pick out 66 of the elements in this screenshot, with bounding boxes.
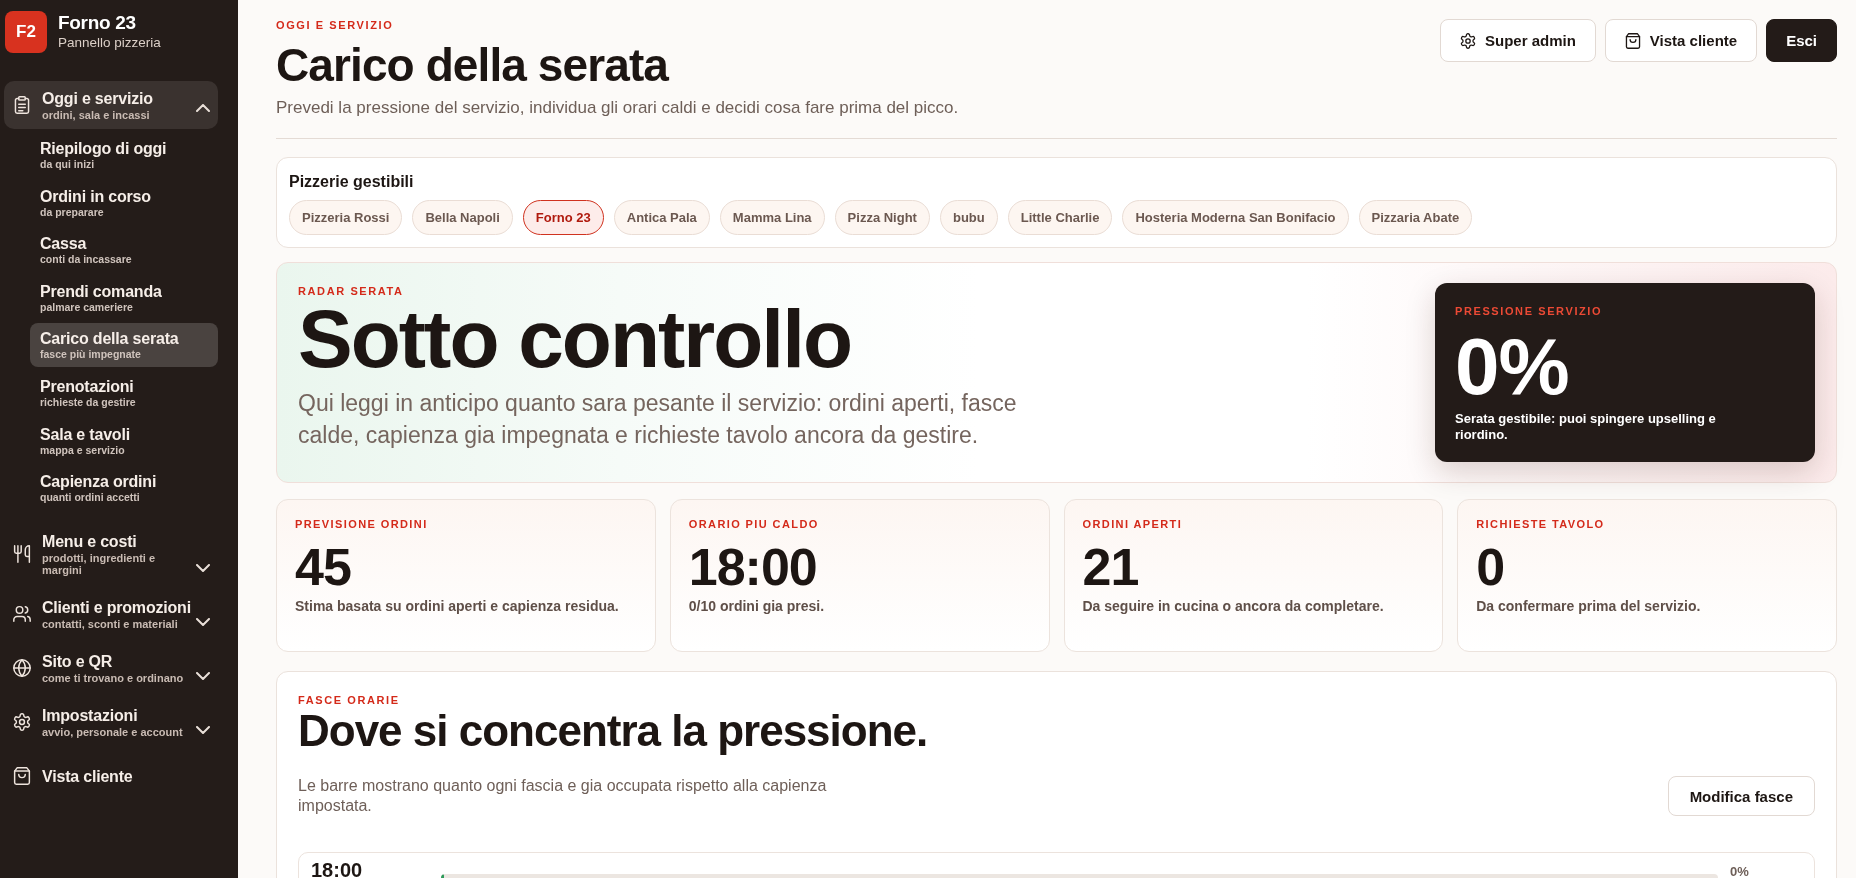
pizzeria-chip[interactable]: Hosteria Moderna San Bonifacio	[1122, 200, 1349, 235]
slots-description: Le barre mostrano quanto ogni fascia e gia occupata rispetto alla capienza impostata.	[298, 776, 828, 816]
pizzeria-picker-label: Pizzerie gestibili	[289, 172, 415, 192]
kpi-label: RICHIESTE TAVOLO	[1476, 518, 1606, 531]
nav-item[interactable]: Capienza ordini quanti ordini accetti	[30, 466, 218, 511]
nav-item[interactable]: Riepilogo di oggi da qui inizi	[30, 133, 218, 177]
pizzeria-chip[interactable]: Bella Napoli	[412, 200, 513, 235]
logout-button[interactable]: Esci	[1766, 19, 1837, 62]
kpi-note: Stima basata su ordini aperti e capienza residua.	[295, 598, 620, 614]
radar-status: Sotto controllo	[298, 298, 852, 380]
kpi-note: Da confermare prima del servizio.	[1476, 598, 1702, 614]
nav-item[interactable]: Cassa conti da incassare	[30, 228, 218, 273]
kpi-value: 45	[295, 539, 352, 595]
pizzeria-chip[interactable]: Mamma Lina	[719, 200, 825, 235]
globe-icon	[13, 659, 31, 678]
nav-group[interactable]: Impostazioni avvio, personale e account	[4, 698, 218, 747]
page-title: Carico della serata	[276, 39, 670, 91]
slot-time: 18:00	[311, 860, 364, 878]
pizzeria-chip[interactable]: Pizzaria Abate	[1358, 200, 1473, 235]
edit-slots-button[interactable]: Modifica fasce	[1667, 776, 1815, 816]
radar-description: Qui leggi in anticipo quanto sara pesante il servizio: ordini aperti, fasce calde, capienza gia impegnata e richieste tavolo ancora da gestire.	[298, 389, 1018, 450]
clipboard-icon	[13, 96, 31, 114]
nav-group[interactable]: Sito e QR come ti trovano e ordinano	[4, 644, 218, 693]
kpi-note: 0/10 ordini gia presi.	[688, 598, 826, 614]
pizzeria-chip[interactable]: Forno 23	[522, 200, 604, 235]
pizzeria-chip[interactable]: Pizza Night	[834, 200, 930, 235]
kpi-value: 21	[1082, 539, 1140, 595]
admin-button[interactable]: Super admin	[1440, 19, 1596, 62]
pizzeria-chip[interactable]: Pizzeria Rossi	[289, 200, 403, 235]
nav-item[interactable]: Carico della serata fasce più impegnate	[30, 323, 218, 368]
nav-item[interactable]: Prenotazioni richieste da gestire	[30, 370, 218, 415]
pressure-value: 0%	[1455, 327, 1570, 407]
settings-icon	[13, 713, 31, 732]
pizzeria-chip[interactable]: Antica Pala	[613, 200, 710, 235]
section-eyebrow: OGGI E SERVIZIO	[276, 18, 395, 32]
nav-item[interactable]: Prendi comanda palmare cameriere	[30, 275, 218, 320]
nav-group[interactable]: Clienti e promozioni contatti, sconti e materiali	[4, 590, 218, 639]
pizzeria-chip[interactable]: Little Charlie	[1007, 200, 1113, 235]
nav-link[interactable]: Vista cliente	[4, 752, 218, 801]
radar-eyebrow: RADAR SERATA	[298, 284, 405, 298]
nav-group[interactable]: Oggi e servizio ordini, sala e incassi	[4, 81, 218, 129]
brand-tagline: Pannello pizzeria	[58, 34, 161, 52]
slot-reading: 0%	[1730, 864, 1750, 878]
shopping-bag-icon	[1624, 32, 1641, 49]
shopping-bag-icon	[13, 767, 31, 786]
brand-name: Forno 23	[58, 12, 137, 34]
kpi-value: 0	[1476, 539, 1506, 595]
kpi-label: PREVISIONE ORDINI	[295, 518, 429, 531]
nav-item[interactable]: Sala e tavoli mappa e servizio	[30, 418, 218, 463]
settings-icon	[1460, 32, 1476, 49]
pizzeria-chip[interactable]: bubu	[939, 200, 998, 235]
customer-view-button[interactable]: Vista cliente	[1604, 19, 1758, 62]
people-icon	[13, 605, 31, 624]
page-subtitle: Prevedi la pressione del servizio, individua gli orari caldi e decidi cosa fare prima del picco.	[276, 97, 959, 119]
slots-eyebrow: FASCE ORARIE	[298, 693, 401, 707]
nav-group[interactable]: Menu e costi prodotti, ingredienti e margini	[4, 524, 218, 585]
kpi-note: Da seguire in cucina o ancora da completare.	[1082, 598, 1385, 614]
logo-badge: F2	[5, 11, 47, 53]
pressure-label: PRESSIONE SERVIZIO	[1455, 305, 1604, 318]
kpi-label: ORDINI APERTI	[1082, 518, 1184, 531]
kpi-value: 18:00	[688, 539, 818, 595]
nav-item[interactable]: Ordini in corso da preparare	[30, 180, 218, 225]
pressure-note: Serata gestibile: puoi spingere upselling e riordino.	[1455, 411, 1717, 443]
fork-knife-icon	[13, 545, 31, 564]
slots-title: Dove si concentra la pressione.	[298, 707, 929, 755]
kpi-label: ORARIO PIU CALDO	[688, 518, 820, 531]
